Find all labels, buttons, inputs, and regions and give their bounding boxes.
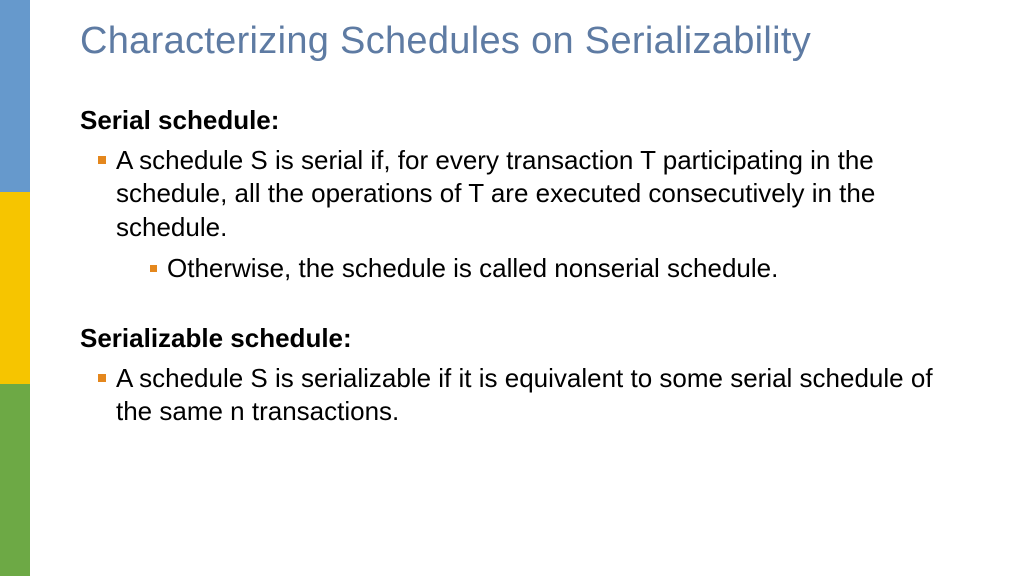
accent-segment-yellow [0,192,30,384]
bullet-text: Otherwise, the schedule is called nonser… [167,252,778,285]
slide-title: Characterizing Schedules on Serializabil… [80,20,1024,63]
bullet-square-icon [150,265,157,272]
bullet-square-icon [98,156,106,164]
accent-segment-green [0,384,30,576]
bullet-item: Otherwise, the schedule is called nonser… [80,252,1024,285]
accent-sidebar [0,0,30,576]
bullet-item: A schedule S is serializable if it is eq… [80,362,1024,429]
slide-body: Characterizing Schedules on Serializabil… [30,0,1024,576]
accent-segment-blue [0,0,30,192]
section-heading: Serializable schedule: [80,323,1024,354]
bullet-square-icon [98,374,106,382]
spacer [80,293,1024,323]
section-heading: Serial schedule: [80,105,1024,136]
bullet-text: A schedule S is serial if, for every tra… [116,144,964,244]
bullet-item: A schedule S is serial if, for every tra… [80,144,1024,244]
bullet-text: A schedule S is serializable if it is eq… [116,362,964,429]
